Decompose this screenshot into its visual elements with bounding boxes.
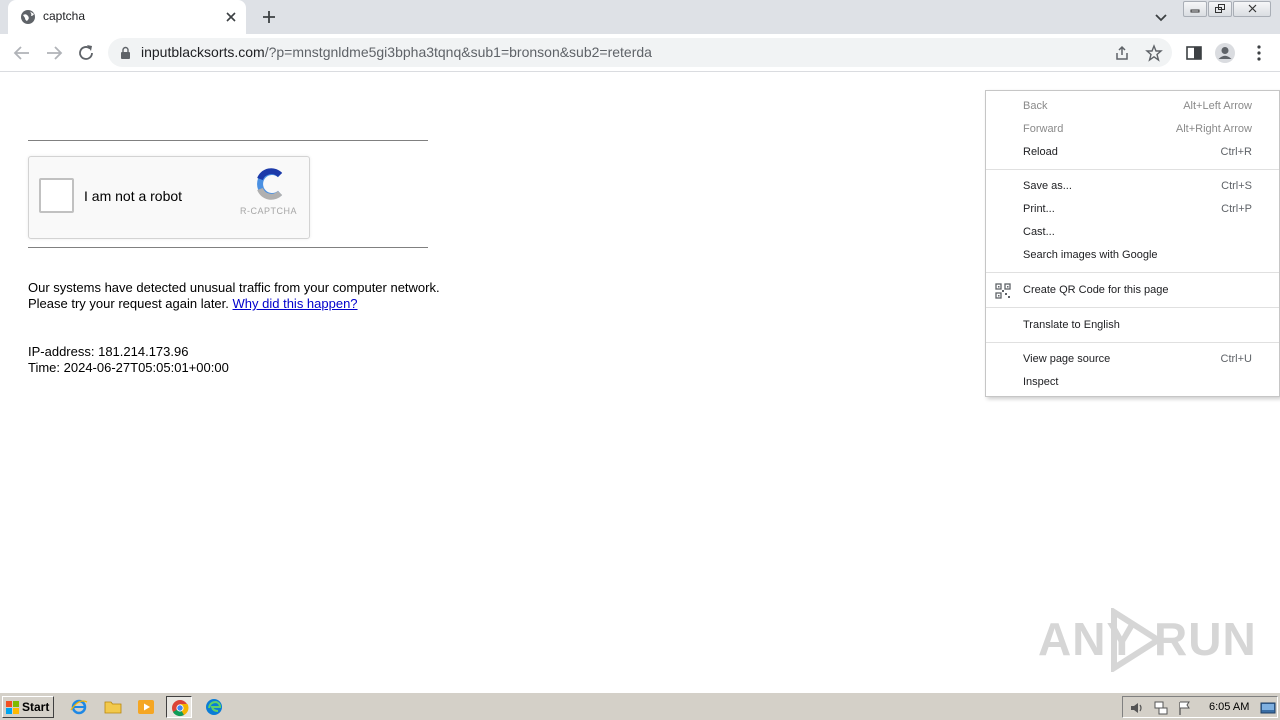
restore-button[interactable] — [1208, 1, 1232, 17]
menu-item-inspect[interactable]: Inspect — [986, 371, 1279, 394]
context-menu: Back Alt+Left Arrow Forward Alt+Right Ar… — [985, 90, 1280, 397]
plus-icon[interactable] — [258, 6, 280, 28]
system-tray: 6:05 AM — [1122, 696, 1278, 718]
menu-separator — [986, 169, 1279, 170]
request-time: Time: 2024-06-27T05:05:01+00:00 — [28, 360, 229, 375]
menu-item-forward[interactable]: Forward Alt+Right Arrow — [986, 118, 1279, 141]
media-player-icon — [138, 700, 154, 714]
captcha-widget: I am not a robot R-CAPTCHA — [28, 156, 310, 239]
taskbar-explorer[interactable] — [100, 696, 126, 718]
menu-item-print[interactable]: Print... Ctrl+P — [986, 198, 1279, 221]
url-text[interactable]: inputblacksorts.com/?p=mnstgnldme5gi3bph… — [141, 44, 652, 60]
menu-label: Forward — [1023, 123, 1064, 135]
edge-icon — [206, 699, 222, 715]
qr-code-icon — [995, 283, 1011, 299]
divider-bottom — [28, 247, 428, 248]
taskbar-edge[interactable] — [201, 696, 227, 718]
menu-item-search-images[interactable]: Search images with Google — [986, 244, 1279, 267]
address-bar[interactable]: inputblacksorts.com/?p=mnstgnldme5gi3bph… — [108, 38, 1172, 67]
taskbar-chrome[interactable] — [166, 696, 192, 718]
lock-icon[interactable] — [120, 46, 131, 59]
menu-label: Reload — [1023, 146, 1058, 158]
tab-strip: captcha — [0, 0, 1280, 34]
captcha-checkbox[interactable] — [39, 178, 74, 213]
close-icon[interactable] — [222, 8, 240, 26]
browser-toolbar: inputblacksorts.com/?p=mnstgnldme5gi3bph… — [0, 34, 1280, 72]
menu-item-save-as[interactable]: Save as... Ctrl+S — [986, 175, 1279, 198]
menu-label: Inspect — [1023, 376, 1059, 388]
side-panel-icon[interactable] — [1183, 42, 1205, 64]
back-arrow-icon[interactable] — [11, 42, 33, 64]
menu-item-create-qr[interactable]: Create QR Code for this page — [986, 279, 1279, 302]
speaker-icon[interactable] — [1129, 700, 1145, 716]
menu-item-translate[interactable]: Translate to English — [986, 314, 1279, 337]
menu-shortcut: Alt+Right Arrow — [1175, 123, 1252, 135]
url-host: inputblacksorts.com — [141, 44, 265, 60]
tab-title: captcha — [43, 9, 86, 23]
captcha-logo-icon — [257, 168, 283, 200]
menu-label: Save as... — [1023, 180, 1072, 192]
menu-item-cast[interactable]: Cast... — [986, 221, 1279, 244]
menu-label: Print... — [1023, 203, 1055, 215]
menu-label: Create QR Code for this page — [1023, 284, 1169, 296]
kebab-menu-icon[interactable] — [1248, 42, 1270, 64]
why-link[interactable]: Why did this happen? — [233, 296, 358, 311]
ie-icon — [70, 699, 88, 715]
taskbar-media-player[interactable] — [133, 696, 159, 718]
menu-label: View page source — [1023, 353, 1111, 365]
menu-label: Translate to English — [1023, 319, 1120, 331]
divider-top — [28, 140, 428, 141]
forward-arrow-icon[interactable] — [43, 42, 65, 64]
tab-captcha[interactable]: captcha — [8, 0, 246, 34]
menu-item-back[interactable]: Back Alt+Left Arrow — [986, 95, 1279, 118]
traffic-message: Our systems have detected unusual traffi… — [28, 280, 448, 312]
flag-icon[interactable] — [1177, 700, 1193, 716]
chevron-down-icon[interactable] — [1151, 8, 1171, 26]
network-icon[interactable] — [1153, 700, 1169, 716]
desktop-icon[interactable] — [1260, 700, 1276, 716]
menu-label: Search images with Google — [1023, 249, 1158, 261]
taskbar: Start 6:05 AM — [0, 692, 1280, 720]
share-icon[interactable] — [1113, 44, 1131, 62]
menu-shortcut: Ctrl+P — [1221, 203, 1252, 215]
chrome-icon — [172, 700, 189, 717]
menu-item-reload[interactable]: Reload Ctrl+R — [986, 141, 1279, 164]
close-window-button[interactable] — [1233, 1, 1271, 17]
url-path: /?p=mnstgnldme5gi3bpha3tqnq&sub1=bronson… — [264, 44, 652, 60]
menu-label: Back — [1023, 100, 1048, 112]
captcha-label: I am not a robot — [84, 188, 183, 204]
menu-shortcut: Alt+Left Arrow — [1183, 100, 1252, 112]
menu-separator — [986, 272, 1279, 273]
globe-icon — [21, 10, 35, 24]
watermark-right: RUN — [1154, 613, 1257, 665]
clock: 6:05 AM — [1209, 701, 1250, 713]
windows-flag-icon — [6, 701, 19, 714]
ip-info: IP-address: 181.214.173.96 Time: 2024-06… — [28, 344, 229, 376]
minimize-button[interactable] — [1183, 1, 1207, 17]
folder-icon — [104, 701, 122, 714]
menu-shortcut: Ctrl+R — [1220, 146, 1252, 158]
menu-shortcut: Ctrl+U — [1220, 353, 1252, 365]
start-label: Start — [22, 700, 50, 714]
menu-separator — [986, 307, 1279, 308]
reload-icon[interactable] — [75, 42, 97, 64]
captcha-brand: R-CAPTCHA — [240, 206, 298, 216]
menu-separator — [986, 342, 1279, 343]
star-icon[interactable] — [1145, 44, 1163, 62]
ip-address: IP-address: 181.214.173.96 — [28, 344, 189, 359]
taskbar-ie[interactable] — [66, 696, 92, 718]
menu-label: Cast... — [1023, 226, 1055, 238]
anyrun-watermark: ANY RUN — [1038, 608, 1256, 672]
profile-icon[interactable] — [1214, 42, 1236, 64]
menu-shortcut: Ctrl+S — [1221, 180, 1252, 192]
start-button[interactable]: Start — [2, 696, 54, 718]
menu-item-view-source[interactable]: View page source Ctrl+U — [986, 348, 1279, 371]
